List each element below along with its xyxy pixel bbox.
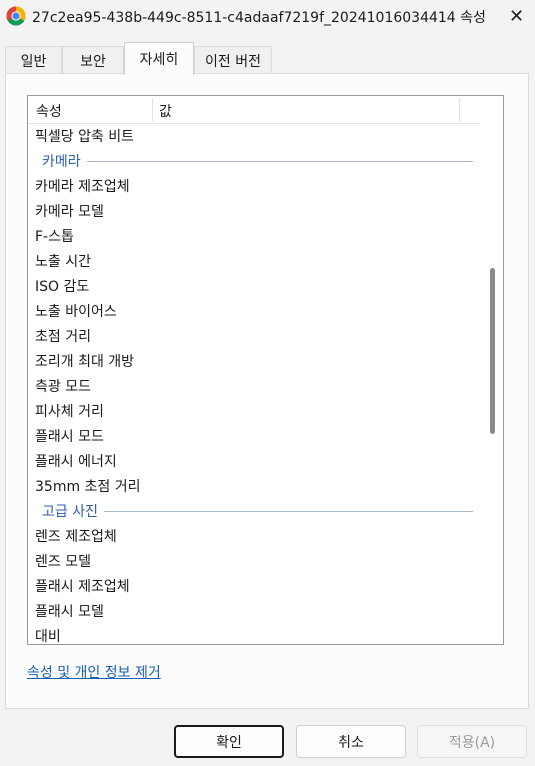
list-header: 속성 값 <box>28 96 480 124</box>
tab-label: 일반 <box>20 53 47 70</box>
property-row[interactable]: 35mm 초점 거리 <box>35 476 141 498</box>
property-row[interactable]: 카메라 제조업체 <box>35 176 130 198</box>
tab-previous-versions[interactable]: 이전 버전 <box>194 46 272 74</box>
property-row[interactable]: 노출 시간 <box>35 251 91 273</box>
close-icon: ✕ <box>508 5 525 27</box>
property-row[interactable]: F-스톱 <box>35 226 74 248</box>
property-row[interactable]: 카메라 모델 <box>35 201 104 223</box>
property-row[interactable]: 피사체 거리 <box>35 401 104 423</box>
chrome-icon <box>6 6 26 26</box>
property-row[interactable]: 노출 바이어스 <box>35 301 117 323</box>
group-divider-line <box>42 511 473 512</box>
property-row[interactable]: 렌즈 제조업체 <box>35 526 117 548</box>
property-row[interactable]: 측광 모드 <box>35 376 91 398</box>
tab-label: 자세히 <box>139 52 179 68</box>
property-row[interactable]: 플래시 에너지 <box>35 451 117 473</box>
close-button[interactable]: ✕ <box>498 0 535 32</box>
ok-button-label: 확인 <box>216 734 242 751</box>
property-row[interactable]: 플래시 모델 <box>35 601 104 623</box>
vertical-scrollbar[interactable] <box>483 96 503 644</box>
tab-security[interactable]: 보안 <box>62 46 124 74</box>
apply-button-label: 적용(A) <box>448 734 496 751</box>
group-label: 카메라 <box>42 151 87 171</box>
column-header-value[interactable]: 값 <box>159 101 172 121</box>
column-divider[interactable] <box>152 98 153 122</box>
tab-details[interactable]: 자세히 <box>124 42 194 75</box>
apply-button[interactable]: 적용(A) <box>417 725 527 758</box>
cancel-button-label: 취소 <box>338 734 364 751</box>
property-row[interactable]: 픽셀당 압축 비트 <box>35 126 134 148</box>
property-row[interactable]: 초점 거리 <box>35 326 91 348</box>
column-header-property[interactable]: 속성 <box>36 101 62 121</box>
property-row[interactable]: 대비 <box>35 626 61 644</box>
tab-label: 이전 버전 <box>205 53 261 70</box>
column-divider[interactable] <box>459 98 460 122</box>
property-row[interactable]: 플래시 제조업체 <box>35 576 130 598</box>
group-header: 카메라 <box>28 151 473 173</box>
ok-button[interactable]: 확인 <box>174 725 284 758</box>
property-row[interactable]: 렌즈 모델 <box>35 551 91 573</box>
property-row[interactable]: 조리개 최대 개방 <box>35 351 134 373</box>
property-row[interactable]: ISO 감도 <box>35 276 89 298</box>
scrollbar-thumb[interactable] <box>490 268 495 434</box>
title-bar: 27c2ea95-438b-449c-8511-c4adaaf7219f_202… <box>0 0 535 34</box>
group-label: 고급 사진 <box>42 501 104 521</box>
property-row[interactable]: 플래시 모드 <box>35 426 104 448</box>
property-list[interactable]: 속성 값 픽셀당 압축 비트카메라카메라 제조업체카메라 모델 F-스톱노출 시간… <box>27 95 504 645</box>
remove-properties-link[interactable]: 속성 및 개인 정보 제거 <box>27 662 161 682</box>
tab-label: 보안 <box>80 53 106 70</box>
group-divider-line <box>42 161 473 162</box>
cancel-button[interactable]: 취소 <box>296 725 406 758</box>
window-title: 27c2ea95-438b-449c-8511-c4adaaf7219f_202… <box>32 10 486 26</box>
group-header: 고급 사진 <box>28 501 473 523</box>
tab-general[interactable]: 일반 <box>5 46 62 74</box>
